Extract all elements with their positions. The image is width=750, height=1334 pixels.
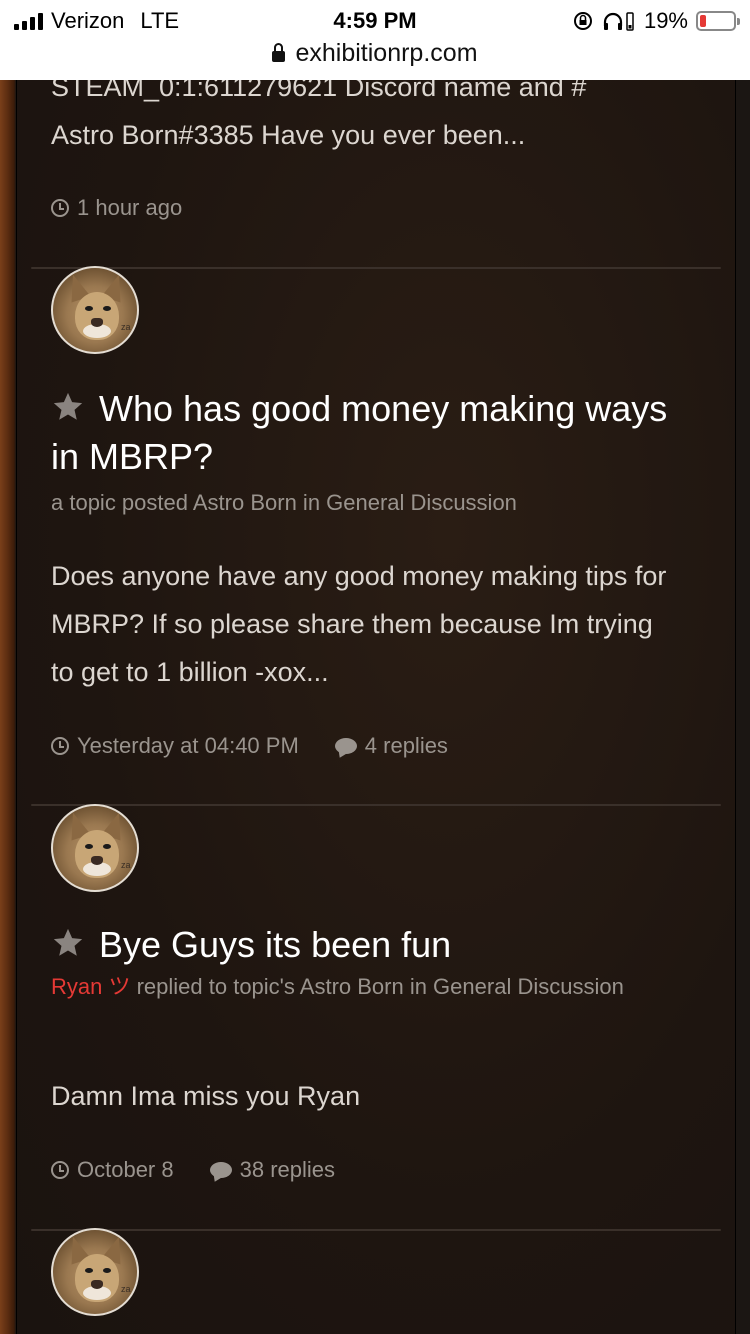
battery-icon <box>696 11 740 31</box>
post-subtitle: a topic posted Astro Born in General Dis… <box>51 490 517 515</box>
divider <box>31 1229 721 1231</box>
avatar-tag: za <box>121 1284 131 1294</box>
subtitle-text: replied to topic's Astro Born in General… <box>130 974 624 999</box>
reply-count[interactable]: 38 replies <box>240 1157 335 1183</box>
post-title-row[interactable]: Who has good money making ways in MBRP? <box>51 385 691 481</box>
carrier-info: Verizon LTE <box>14 6 179 36</box>
address-bar[interactable]: exhibitionrp.com <box>0 36 750 70</box>
clock-icon <box>51 199 69 217</box>
avatar[interactable]: za <box>51 1228 139 1316</box>
lock-icon <box>272 42 286 62</box>
post-meta: Yesterday at 04:40 PM 4 replies <box>51 733 448 759</box>
divider <box>31 804 721 806</box>
activity-feed-panel: STEAM_0:1:611279621 Discord name and # A… <box>16 0 736 1334</box>
divider <box>31 267 721 269</box>
post-excerpt: Damn Ima miss you Ryan <box>51 1081 361 1111</box>
post-title-row[interactable]: Bye Guys its been fun <box>51 921 691 969</box>
post-time[interactable]: October 8 <box>77 1157 174 1183</box>
rotation-lock-icon <box>573 12 592 30</box>
post-title[interactable]: Who has good money making ways in MBRP? <box>51 388 667 477</box>
avatar-tag: za <box>121 860 131 870</box>
post-excerpt: Does anyone have any good money making t… <box>51 561 667 687</box>
avatar[interactable]: za <box>51 804 139 892</box>
post-time[interactable]: 1 hour ago <box>77 195 182 221</box>
post-meta: 1 hour ago <box>51 195 182 221</box>
user-link[interactable]: Ryan ツ <box>51 974 130 999</box>
carrier-name: Verizon <box>51 8 125 33</box>
avatar[interactable]: za <box>51 266 139 354</box>
comment-icon <box>334 738 357 754</box>
post-meta: October 8 38 replies <box>51 1157 335 1183</box>
status-bar: Verizon LTE 4:59 PM 19% exhibitionrp.com <box>0 0 750 80</box>
url-text: exhibitionrp.com <box>295 38 478 67</box>
status-icons: 19% <box>572 6 740 36</box>
signal-icon <box>14 12 43 30</box>
post-subtitle: Ryan ツ replied to topic's Astro Born in … <box>51 969 671 1005</box>
clock-icon <box>51 1161 69 1179</box>
post-time[interactable]: Yesterday at 04:40 PM <box>77 733 299 759</box>
star-icon[interactable] <box>51 390 85 424</box>
clock-icon <box>51 737 69 755</box>
battery-percent: 19% <box>643 8 688 33</box>
star-icon[interactable] <box>51 926 85 960</box>
comment-icon <box>209 1162 232 1178</box>
post-title[interactable]: Bye Guys its been fun <box>99 924 451 965</box>
headphones-icon <box>603 12 634 31</box>
reply-count[interactable]: 4 replies <box>365 733 448 759</box>
avatar-tag: za <box>121 322 131 332</box>
network-type: LTE <box>140 8 180 33</box>
excerpt-line: Astro Born#3385 Have you ever been... <box>51 120 526 150</box>
